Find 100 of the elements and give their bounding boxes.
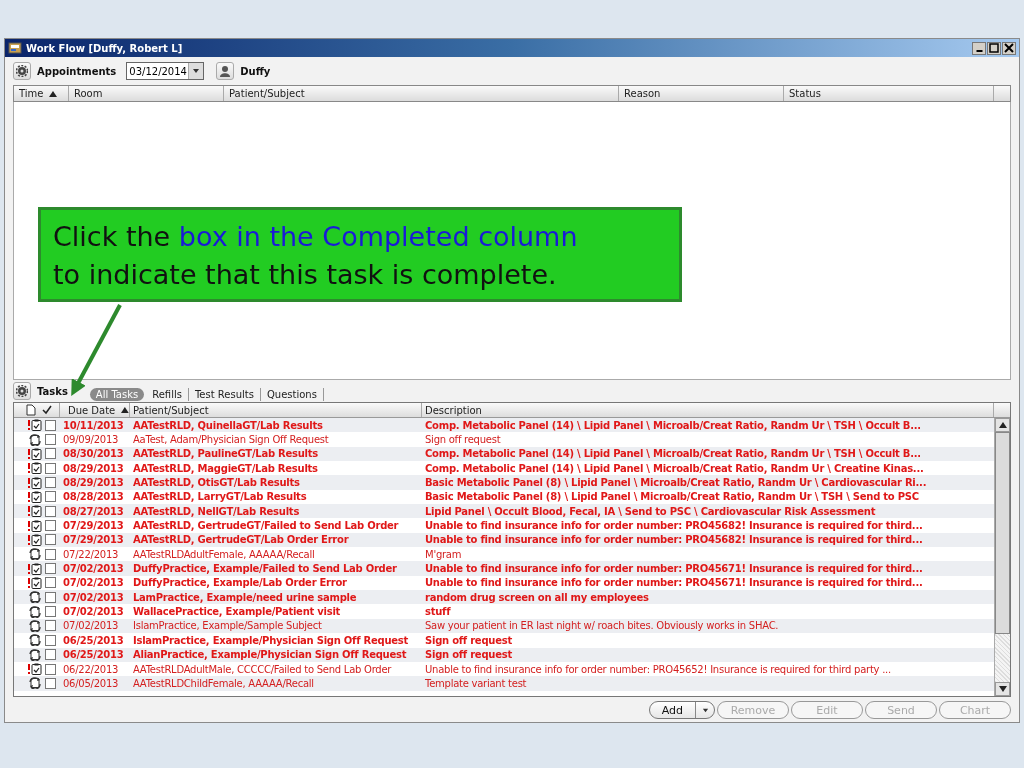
table-cell-text: Sign off request: [424, 434, 502, 445]
table-cell-text: WallacePractice, Example/Patient visit: [132, 606, 342, 618]
refresh-clipboard-icon: [27, 648, 43, 661]
column-header[interactable]: Patient/Subject: [130, 403, 422, 417]
check-icon: [42, 405, 52, 415]
appointments-label: Appointments: [37, 65, 117, 77]
table-cell-text: 06/05/2013: [62, 677, 120, 689]
refresh-clipboard-icon: [27, 620, 43, 632]
close-icon: [1003, 42, 1015, 54]
table-cell-text: Unable to find insurance info for order number: PRO45652! Insurance is required for third party ...: [424, 663, 892, 675]
tasks-label: Tasks: [37, 385, 68, 397]
completed-checkbox[interactable]: [45, 577, 56, 589]
completed-checkbox[interactable]: [45, 477, 56, 489]
table-cell-text: AATestRLDAdultFemale, AAAAA/Recall: [132, 548, 316, 560]
add-split-button[interactable]: Add: [648, 701, 715, 719]
table-cell-text: AATestRLD, OtisGT/Lab Results: [132, 477, 301, 489]
completed-checkbox[interactable]: [45, 434, 56, 445]
table-cell-text: AaTest, Adam/Physician Sign Off Request: [132, 434, 330, 445]
filter-tab[interactable]: Questions: [260, 387, 324, 401]
urgent-clipboard-icon: [27, 476, 43, 489]
completed-checkbox[interactable]: [45, 520, 56, 532]
table-cell-text: DuffyPractice, Example/Failed to Send Lab Order: [132, 563, 398, 575]
completed-checkbox[interactable]: [45, 620, 56, 632]
table-cell-text: 07/22/2013: [62, 548, 120, 560]
table-cell-text: Comp. Metabolic Panel (14) \ Lipid Panel \ Microalb/Creat Ratio, Randm Ur \ TSH \ Occult B...: [424, 419, 922, 431]
table-cell-text: Saw your patient in ER last night w/ roach bites. Obviously works in SHAC.: [424, 620, 780, 632]
provider-button[interactable]: [216, 62, 235, 80]
minimize-icon: [975, 49, 983, 52]
column-header[interactable]: Patient/Subject: [224, 86, 619, 101]
urgent-clipboard-icon: [27, 505, 43, 518]
table-cell-text: IslamPractice, Example/Physician Sign Off Request: [132, 634, 410, 646]
table-cell-text: Unable to find insurance info for order number: PRO45671! Insurance is required for third...: [424, 577, 924, 589]
table-cell-text: Unable to find insurance info for order number: PRO45682! Insurance is required for third...: [424, 520, 924, 532]
table-cell-text: AATestRLD, GertrudeGT/Lab Order Error: [132, 534, 350, 546]
table-cell-text: 09/09/2013: [62, 434, 120, 445]
settings-button[interactable]: [13, 382, 31, 400]
column-header[interactable]: Description: [422, 403, 994, 417]
completed-checkbox[interactable]: [45, 563, 56, 575]
completed-checkbox[interactable]: [45, 534, 56, 546]
close-button[interactable]: [1002, 41, 1016, 55]
completed-checkbox[interactable]: [45, 663, 56, 675]
completed-checkbox[interactable]: [45, 448, 56, 460]
table-cell-text: Basic Metabolic Panel (8) \ Lipid Panel \ Microalb/Creat Ratio, Randm Ur \ Cardiovascular Ri...: [424, 477, 928, 489]
table-cell-text: Template variant test: [424, 677, 528, 689]
table-cell-text: AATestRLD, GertrudeGT/Failed to Send Lab Order: [132, 520, 400, 532]
table-cell-text: 08/29/2013: [62, 462, 125, 474]
date-field[interactable]: 03/12/2014: [126, 62, 205, 80]
table-cell-text: 08/30/2013: [62, 448, 125, 460]
table-cell-text: 08/28/2013: [62, 491, 125, 503]
completed-checkbox[interactable]: [45, 505, 56, 517]
person-icon: [219, 65, 232, 77]
table-cell-text: AATestRLDChildFemale, AAAAA/Recall: [132, 677, 315, 689]
table-cell-text: AATestRLDAdultMale, CCCCC/Failed to Send Lab Order: [132, 663, 393, 675]
urgent-clipboard-icon: [27, 519, 43, 532]
urgent-clipboard-icon: [27, 447, 43, 460]
completed-checkbox[interactable]: [45, 677, 56, 689]
completed-checkbox[interactable]: [45, 606, 56, 618]
provider-label: Duffy: [240, 65, 271, 77]
urgent-clipboard-icon: [27, 533, 43, 546]
table-cell-text: Lipid Panel \ Occult Blood, Fecal, IA \ Send to PSC \ Cardiovascular Risk Assessment: [424, 505, 877, 517]
column-header[interactable]: Reason: [619, 86, 784, 101]
table-cell-text: random drug screen on all my employees: [424, 591, 650, 603]
completed-checkbox[interactable]: [45, 419, 56, 431]
settings-button[interactable]: [13, 62, 31, 80]
refresh-clipboard-icon: [27, 677, 43, 690]
refresh-clipboard-icon: [27, 605, 43, 618]
table-cell-text: 07/02/2013: [62, 591, 125, 603]
table-cell-text: 07/02/2013: [62, 606, 125, 618]
maximize-button[interactable]: [987, 41, 1001, 55]
completed-checkbox[interactable]: [45, 649, 56, 661]
table-cell-text: Unable to find insurance info for order number: PRO45682! Insurance is required for third...: [424, 534, 924, 546]
table-cell-text: Sign off request: [424, 634, 513, 646]
column-header[interactable]: Due Date: [60, 403, 130, 417]
table-cell-text: Unable to find insurance info for order number: PRO45671! Insurance is required for third...: [424, 563, 924, 575]
table-cell-text: IslamPractice, Example/Sample Subject: [132, 620, 323, 632]
column-header[interactable]: Status: [784, 86, 994, 101]
table-cell-text: Basic Metabolic Panel (8) \ Lipid Panel \ Microalb/Creat Ratio, Randm Ur \ TSH \ Send to PSC: [424, 491, 920, 503]
completed-checkbox[interactable]: [45, 462, 56, 474]
table-cell-text: 07/02/2013: [62, 563, 125, 575]
scroll-down-icon: [998, 686, 1007, 692]
table-cell-text: 07/02/2013: [62, 577, 125, 589]
column-header[interactable]: Time: [14, 86, 69, 101]
minimize-button[interactable]: [972, 41, 986, 55]
completed-checkbox[interactable]: [45, 548, 56, 560]
table-cell-text: 06/22/2013: [62, 663, 120, 675]
completed-checkbox[interactable]: [45, 491, 56, 503]
column-header[interactable]: Room: [69, 86, 224, 101]
filter-tab[interactable]: Test Results: [188, 387, 261, 401]
table-cell-text: 07/29/2013: [62, 520, 125, 532]
scroll-thumb[interactable]: [995, 432, 1010, 634]
completed-checkbox[interactable]: [45, 591, 56, 603]
caret-icon: [192, 67, 201, 75]
filter-tab[interactable]: Refills: [146, 387, 189, 401]
table-cell-text: 08/29/2013: [62, 477, 125, 489]
window-title: Work Flow [Duffy, Robert L]: [26, 42, 183, 54]
table-cell-text: AATestRLD, MaggieGT/Lab Results: [132, 462, 319, 474]
completed-checkbox[interactable]: [45, 634, 56, 646]
scrollbar[interactable]: [994, 418, 1010, 696]
table-cell-text: Sign off request: [424, 649, 513, 661]
table-cell-text: stuff: [424, 606, 452, 618]
